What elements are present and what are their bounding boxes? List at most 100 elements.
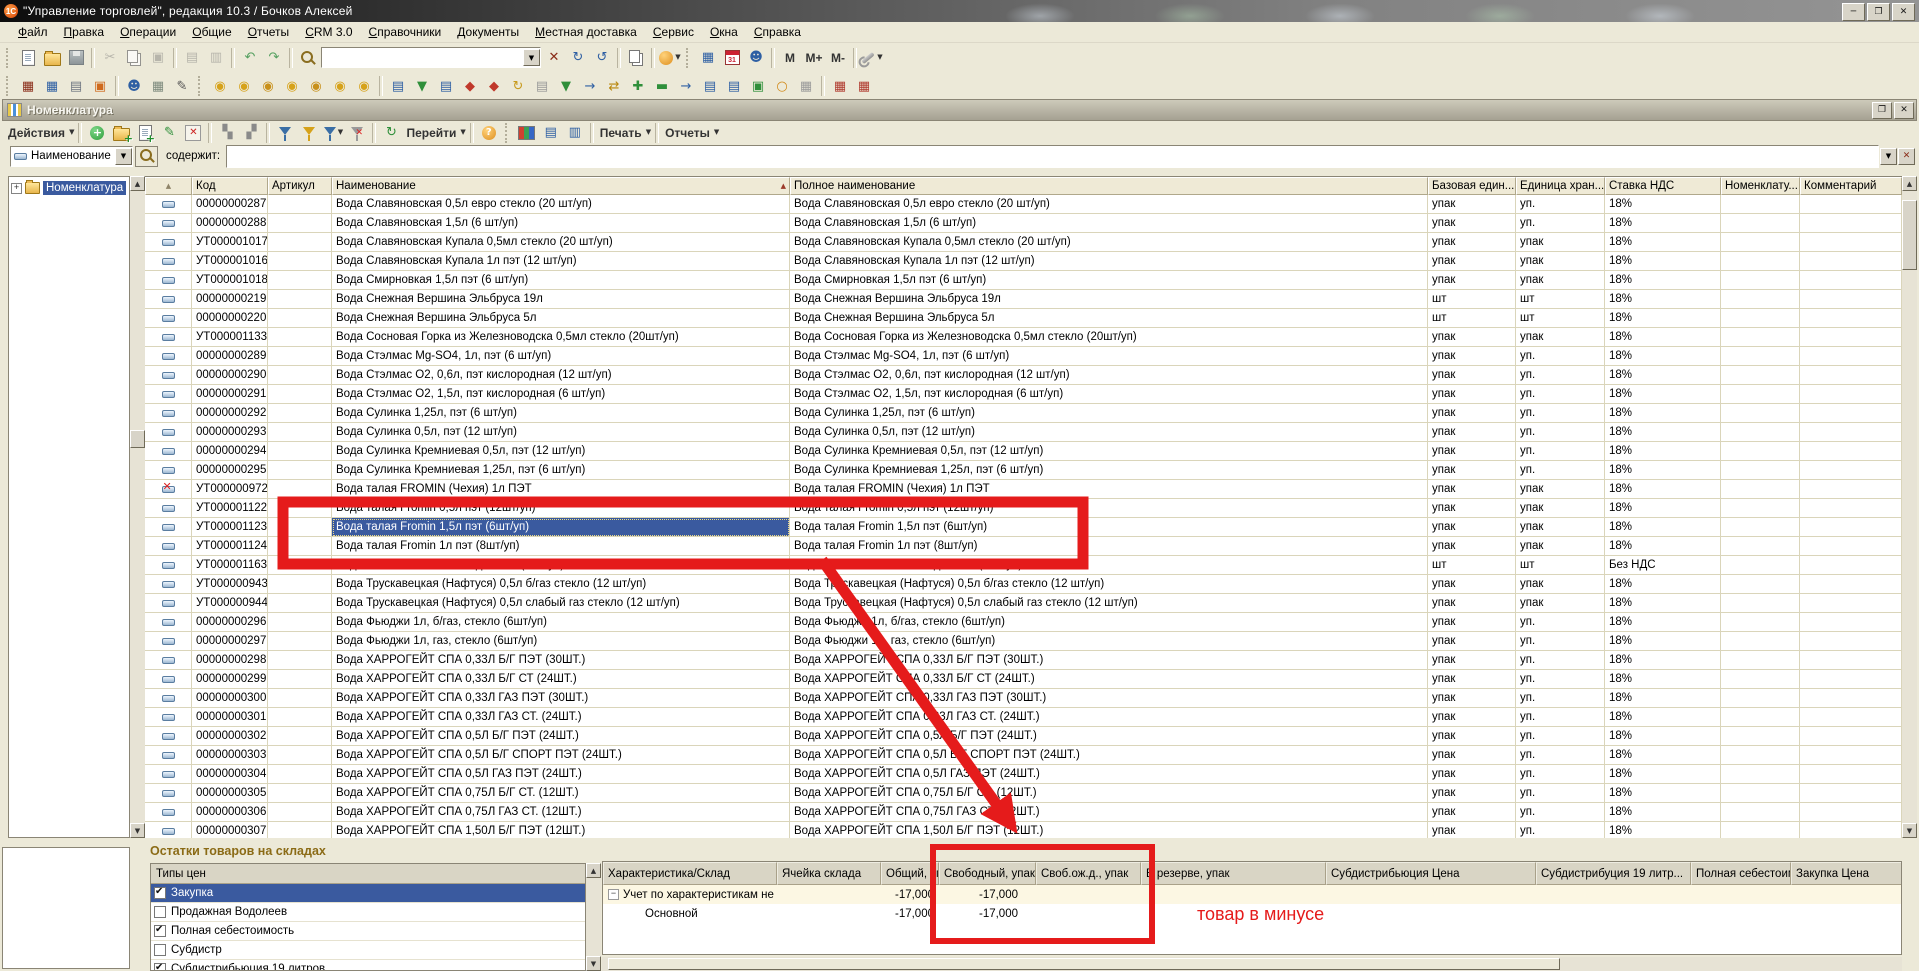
memory-recall-button[interactable]: М — [778, 46, 802, 70]
stock-column-header[interactable]: Своб.ож.д., упак — [1036, 862, 1141, 885]
money-documents-icon[interactable]: ◉ — [208, 74, 232, 98]
copy-icon[interactable] — [122, 46, 146, 70]
move-up-level-icon[interactable]: ▞ — [239, 121, 263, 145]
calendar-icon[interactable]: 31 — [720, 46, 744, 70]
tree-scroll-thumb[interactable] — [130, 430, 145, 448]
print-preview-icon[interactable]: ▥ — [204, 46, 228, 70]
table-row[interactable]: 00000000288Вода Славяновская 1,5л (6 шт/… — [145, 214, 1902, 233]
stock-column-header[interactable]: Полная себестоимость ... — [1691, 862, 1791, 885]
trade-window-icon[interactable]: ▣ — [88, 74, 112, 98]
clear-filter-icon[interactable]: ✕ — [345, 121, 369, 145]
table-row[interactable]: УТ000001017Вода Славяновская Купала 0,5м… — [145, 233, 1902, 252]
writeoff-icon[interactable]: ▬ — [650, 74, 674, 98]
price-type-row[interactable]: Субдистр — [151, 941, 585, 960]
customer-order-icon[interactable]: ▤ — [386, 74, 410, 98]
payment-out-icon[interactable]: ◉ — [256, 74, 280, 98]
checkbox-unchecked-icon[interactable] — [154, 906, 166, 918]
menu-11[interactable]: Окна — [702, 23, 746, 41]
new-document-icon[interactable] — [16, 46, 40, 70]
menu-8[interactable]: Документы — [449, 23, 527, 41]
order-analysis-icon[interactable]: ▼ — [410, 74, 434, 98]
cash-register-icon[interactable]: ▦ — [146, 74, 170, 98]
reserve-icon[interactable]: ◆ — [458, 74, 482, 98]
documents-journal-icon[interactable]: ▤ — [698, 74, 722, 98]
currency-icon[interactable]: ◉ — [352, 74, 376, 98]
table-row[interactable]: 00000000299Вода ХАРРОГЕЙТ СПА 0,33Л Б/Г … — [145, 670, 1902, 689]
table-row[interactable]: 00000000220Вода Снежная Вершина Эльбруса… — [145, 309, 1902, 328]
contains-input[interactable] — [226, 145, 1879, 168]
table-row[interactable]: 00000000294Вода Сулинка Кремниевая 0,5л,… — [145, 442, 1902, 461]
column-header-3[interactable]: Наименование▲ — [332, 177, 790, 195]
checkbox-checked-icon[interactable] — [154, 963, 166, 971]
checkbox-checked-icon[interactable] — [154, 925, 166, 937]
table-row[interactable]: 00000000301Вода ХАРРОГЕЙТ СПА 0,33Л ГАЗ … — [145, 708, 1902, 727]
column-header-8[interactable]: Номенклату... — [1721, 177, 1800, 195]
coin-ring-icon[interactable]: ○ — [770, 74, 794, 98]
stock-hscroll-thumb[interactable] — [608, 958, 1560, 970]
cut-icon[interactable]: ✂ — [98, 46, 122, 70]
table-row[interactable]: 00000000302Вода ХАРРОГЕЙТ СПА 0,5Л Б/Г П… — [145, 727, 1902, 746]
table-row[interactable]: 00000000304Вода ХАРРОГЕЙТ СПА 0,5Л ГАЗ П… — [145, 765, 1902, 784]
quick-search-arrow-icon[interactable]: ▼ — [523, 49, 540, 66]
help-icon[interactable]: ? — [477, 121, 501, 145]
menu-9[interactable]: Местная доставка — [527, 23, 645, 41]
price-type-row[interactable]: Закупка — [151, 884, 585, 903]
column-header-2[interactable]: Артикул — [268, 177, 332, 195]
table-row[interactable]: 00000000289Вода Стэлмас Mg-SO4, 1л, пэт … — [145, 347, 1902, 366]
counterparties-icon[interactable]: ☻ — [122, 74, 146, 98]
report-table-icon[interactable]: ▦ — [40, 74, 64, 98]
stock-hscrollbar[interactable] — [602, 957, 1902, 971]
column-header-6[interactable]: Единица хран... — [1516, 177, 1605, 195]
checkbox-unchecked-icon[interactable] — [154, 944, 166, 956]
view-history-icon[interactable]: ↺ — [590, 46, 614, 70]
dropdown-arrow-icon[interactable]: ▼ — [69, 129, 74, 136]
menu-6[interactable]: CRM 3.0 — [297, 23, 360, 41]
reprocess-icon[interactable]: ↻ — [506, 74, 530, 98]
table-row[interactable]: 00000000290Вода Стэлмас O2, 0,6л, пэт ки… — [145, 366, 1902, 385]
unreserve-icon[interactable]: ◆ — [482, 74, 506, 98]
table-row[interactable]: УТ000001124Вода талая Fromin 1л пэт (8шт… — [145, 537, 1902, 556]
view-related-icon[interactable]: ↻ — [566, 46, 590, 70]
table-row[interactable]: 00000000300Вода ХАРРОГЕЙТ СПА 0,33Л ГАЗ … — [145, 689, 1902, 708]
actions-menu-button[interactable]: Действия▼ — [5, 121, 75, 145]
goto-menu-button[interactable]: Перейти▼ — [403, 121, 466, 145]
menu-7[interactable]: Справочники — [361, 23, 450, 41]
report-red1-icon[interactable]: ▦ — [828, 74, 852, 98]
copy-item-icon[interactable] — [133, 121, 157, 145]
stock-column-header[interactable]: Субдистрибьюция Цена — [1326, 862, 1536, 885]
back-icon[interactable]: ↶ — [238, 46, 262, 70]
contains-clear-icon[interactable]: ✕ — [1898, 148, 1915, 165]
list-view2-icon[interactable]: ▥ — [563, 121, 587, 145]
tree-scrollbar[interactable]: ▲ ▼ — [130, 176, 145, 838]
blank-doc-icon[interactable]: ▤ — [530, 74, 554, 98]
table-row[interactable]: УТ000001133Вода Сосновая Горка из Железн… — [145, 328, 1902, 347]
list-view1-icon[interactable]: ▤ — [539, 121, 563, 145]
table-row[interactable]: УТ000000943Вода Трускавецкая (Нафтуся) 0… — [145, 575, 1902, 594]
stock-column-header[interactable]: Ячейка склада — [777, 862, 881, 885]
supplier-order-icon[interactable]: ▤ — [434, 74, 458, 98]
save-icon[interactable] — [64, 46, 88, 70]
menu-3[interactable]: Операции — [112, 23, 184, 41]
table-scroll-thumb[interactable] — [1902, 200, 1917, 270]
table-row[interactable]: УТ000000972Вода талая FROMIN (Чехия) 1л … — [145, 480, 1902, 499]
child-close-button[interactable]: ✕ — [1894, 102, 1914, 119]
search-magnifier-button[interactable] — [135, 146, 158, 167]
tree-scroll-up-icon[interactable]: ▲ — [130, 176, 145, 191]
table-scroll-down-icon[interactable]: ▼ — [1902, 823, 1917, 838]
memory-plus-button[interactable]: М+ — [802, 46, 826, 70]
table-row[interactable]: 00000000305Вода ХАРРОГЕЙТ СПА 0,75Л Б/Г … — [145, 784, 1902, 803]
menu-2[interactable]: Правка — [56, 23, 113, 41]
list-settings-icon[interactable] — [515, 121, 539, 145]
table-row[interactable]: 00000000292Вода Сулинка 1,25л, пэт (6 шт… — [145, 404, 1902, 423]
payment-in-icon[interactable]: ◉ — [232, 74, 256, 98]
minimize-button[interactable]: ─ — [1842, 3, 1865, 21]
stock-column-header[interactable]: Закупка Цена — [1791, 862, 1902, 885]
filter-by-value-icon[interactable] — [297, 121, 321, 145]
table-row[interactable]: 00000000287Вода Славяновская 0,5л евро с… — [145, 195, 1902, 214]
column-header-5[interactable]: Базовая един... — [1428, 177, 1516, 195]
price-types-scrollbar[interactable]: ▲ ▼ — [586, 863, 601, 971]
print-menu-button[interactable]: Печать▼ — [597, 121, 652, 145]
table-row[interactable]: УТ000001163Вода талая Fromin 1л пэт детс… — [145, 556, 1902, 575]
table-row[interactable]: 00000000291Вода Стэлмас O2, 1,5л, пэт ки… — [145, 385, 1902, 404]
pricing-doc-icon[interactable]: ▤ — [722, 74, 746, 98]
